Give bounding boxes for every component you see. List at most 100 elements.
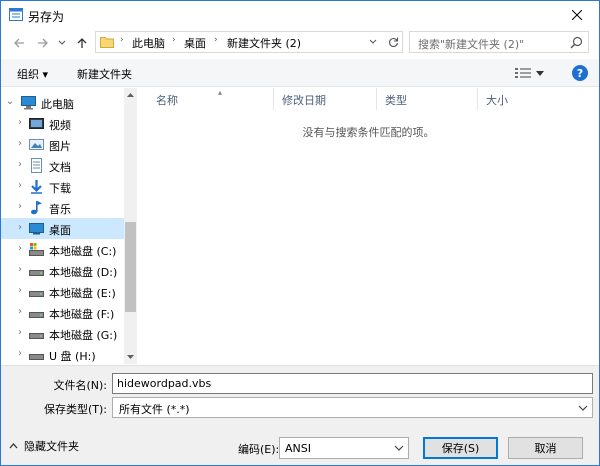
downloads-folder-icon (31, 180, 42, 194)
filetype-selected-value: 所有文件 (*.*) (119, 403, 190, 416)
tree-item-videos[interactable]: › 视频 (1, 113, 125, 134)
chevron-down-icon (369, 39, 377, 44)
title-bar: 另存为 (1, 1, 599, 29)
change-view-button[interactable] (515, 65, 551, 81)
tree-item-label: 本地磁盘 (C:) (49, 245, 117, 258)
caret-down-icon (536, 70, 544, 76)
tree-item-pictures[interactable]: › 图片 (1, 134, 125, 155)
tree-item-label: 图片 (49, 140, 71, 153)
tree-item-downloads[interactable]: › 下载 (1, 176, 125, 197)
breadcrumb-this-pc[interactable]: 此电脑 (132, 35, 165, 51)
caret-down-icon (127, 355, 134, 359)
chevron-up-icon (9, 443, 18, 449)
breadcrumb-desktop[interactable]: 桌面 (184, 35, 206, 51)
chevron-right-icon[interactable]: › (15, 159, 25, 171)
breadcrumb-separator: › (172, 35, 176, 45)
column-label: 名称 (156, 94, 178, 107)
recent-locations-button[interactable] (57, 35, 67, 51)
chevron-right-icon[interactable]: › (15, 306, 25, 318)
chevron-right-icon[interactable]: › (15, 201, 25, 213)
close-icon (572, 10, 582, 20)
arrow-up-icon (77, 38, 87, 48)
scroll-down-button[interactable] (124, 350, 137, 364)
chevron-right-icon[interactable]: › (15, 138, 25, 150)
tree-item-label: 桌面 (49, 224, 71, 237)
desktop-folder-icon (29, 223, 44, 235)
chevron-right-icon[interactable]: › (15, 243, 25, 255)
encoding-label: 编码(E): (238, 443, 280, 456)
close-button[interactable] (555, 1, 599, 29)
search-input[interactable]: 搜索"新建文件夹 (2)" (418, 36, 524, 52)
tree-item-desktop[interactable]: › 桌面 (1, 218, 125, 239)
usb-drive-icon (29, 354, 44, 360)
tree-item-this-pc[interactable]: ⌄ 此电脑 (1, 92, 125, 113)
search-box[interactable]: 搜索"新建文件夹 (2)" (409, 31, 589, 53)
breadcrumb-separator: › (214, 35, 218, 45)
chevron-right-icon[interactable]: › (15, 117, 25, 129)
chevron-down-icon[interactable]: ⌄ (5, 96, 15, 108)
address-bar[interactable]: › 此电脑 › 桌面 › 新建文件夹 (2) (95, 31, 403, 53)
tree-item-music[interactable]: › 音乐 (1, 197, 125, 218)
organize-menu-button[interactable]: 组织 ▾ (17, 66, 48, 82)
encoding-selected-value: ANSI (285, 442, 311, 455)
tree-item-label: 文档 (49, 161, 71, 174)
tree-item-label: 视频 (49, 119, 71, 132)
empty-folder-message: 没有与搜索条件匹配的项。 (302, 126, 435, 139)
save-as-dialog: 另存为 › 此电脑 › 桌面 › 新建文件夹 (2) 搜索"新建文件夹 (2)"… (0, 0, 600, 466)
chevron-right-icon[interactable]: › (15, 222, 25, 234)
tree-item-label: 本地磁盘 (F:) (49, 308, 115, 321)
chevron-right-icon[interactable]: › (15, 327, 25, 339)
filetype-select[interactable]: 所有文件 (*.*) (112, 397, 593, 418)
chevron-down-icon (394, 445, 404, 451)
hide-folders-label: 隐藏文件夹 (24, 440, 79, 453)
tree-item-drive-d[interactable]: › 本地磁盘 (D:) (1, 260, 125, 281)
scrollbar-thumb[interactable] (125, 222, 136, 312)
pictures-folder-icon (29, 139, 44, 150)
tree-item-drive-g[interactable]: › 本地磁盘 (G:) (1, 323, 125, 344)
system-drive-icon (29, 243, 44, 256)
refresh-icon (388, 37, 398, 47)
computer-icon (21, 96, 36, 110)
tree-item-documents[interactable]: › 文档 (1, 155, 125, 176)
scroll-up-button[interactable] (124, 88, 137, 102)
chevron-right-icon[interactable]: › (15, 285, 25, 297)
filename-input[interactable] (112, 373, 593, 394)
chevron-right-icon[interactable]: › (15, 264, 25, 276)
address-dropdown-button[interactable] (364, 32, 382, 52)
filetype-label: 保存类型(T): (43, 403, 107, 416)
tree-item-usb-drive[interactable]: › U 盘 (H:) (1, 344, 125, 364)
caret-up-icon (127, 93, 134, 97)
help-button[interactable]: ? (572, 65, 588, 81)
navigation-pane-scrollbar[interactable] (124, 88, 137, 364)
tree-item-label: 本地磁盘 (E:) (49, 287, 116, 300)
tree-item-drive-c[interactable]: › 本地磁盘 (C:) (1, 239, 125, 260)
column-label: 修改日期 (282, 94, 326, 107)
tree-item-drive-e[interactable]: › 本地磁盘 (E:) (1, 281, 125, 302)
save-button[interactable]: 保存(S) (423, 437, 498, 459)
refresh-button[interactable] (384, 32, 402, 52)
details-view-icon (515, 68, 531, 78)
breadcrumb-current-folder[interactable]: 新建文件夹 (2) (227, 35, 301, 51)
folder-icon (100, 37, 114, 48)
tree-item-label: U 盘 (H:) (49, 350, 96, 363)
up-button[interactable] (74, 35, 90, 51)
encoding-select[interactable]: ANSI (279, 437, 409, 459)
column-header-type[interactable]: 类型 (377, 88, 478, 110)
new-folder-button[interactable]: 新建文件夹 (77, 66, 132, 82)
cancel-button[interactable]: 取消 (508, 437, 583, 459)
window-title: 另存为 (28, 10, 65, 24)
forward-button[interactable] (35, 35, 51, 51)
file-list: 名称 ▴ 修改日期 类型 大小 没有与搜索条件匹配的项。 (138, 88, 599, 364)
back-button[interactable] (11, 35, 27, 51)
hide-folders-toggle[interactable]: 隐藏文件夹 (9, 438, 79, 454)
column-header-name[interactable]: 名称 ▴ (148, 88, 274, 110)
sort-caret-up-icon: ▴ (218, 88, 223, 97)
breadcrumb-separator: › (120, 35, 124, 45)
chevron-right-icon[interactable]: › (15, 180, 25, 192)
tree-item-label: 本地磁盘 (D:) (49, 266, 118, 279)
arrow-left-icon (14, 38, 24, 48)
tree-item-drive-f[interactable]: › 本地磁盘 (F:) (1, 302, 125, 323)
column-header-date-modified[interactable]: 修改日期 (274, 88, 377, 110)
column-header-size[interactable]: 大小 (478, 88, 554, 110)
chevron-right-icon[interactable]: › (15, 348, 25, 360)
